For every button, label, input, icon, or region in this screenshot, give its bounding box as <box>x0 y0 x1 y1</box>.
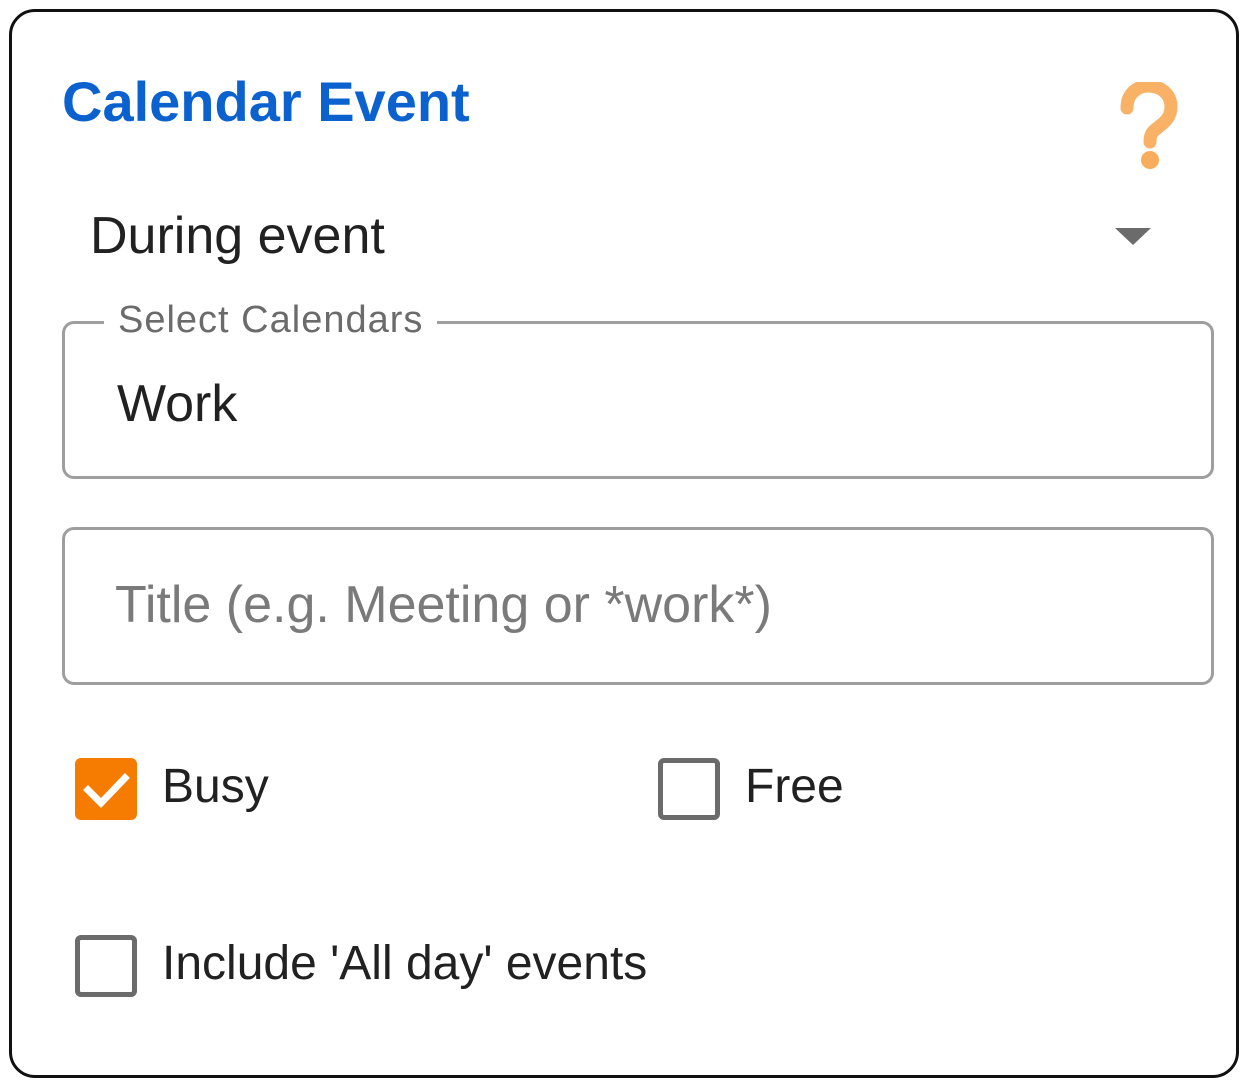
select-calendars-field[interactable]: Select Calendars Work <box>62 298 1214 479</box>
event-timing-select[interactable]: During event <box>62 192 1172 284</box>
free-label: Free <box>745 760 844 813</box>
event-timing-value: During event <box>90 207 385 265</box>
checkmark-icon <box>83 773 130 809</box>
include-all-day-row[interactable]: Include 'All day' events <box>75 929 775 999</box>
include-all-day-label: Include 'All day' events <box>162 937 648 990</box>
free-checkbox-row[interactable]: Free <box>658 752 958 822</box>
question-mark-icon[interactable] <box>1115 79 1179 174</box>
busy-label: Busy <box>162 760 269 813</box>
arrow-drop-down-icon[interactable] <box>1115 228 1151 245</box>
card-title: Calendar Event <box>62 70 470 133</box>
event-title-field[interactable] <box>62 527 1214 685</box>
select-calendars-label: Select Calendars <box>104 298 438 342</box>
busy-checkbox-row[interactable]: Busy <box>75 752 375 822</box>
calendar-event-card: Calendar Event During event Select Calen… <box>9 9 1239 1078</box>
busy-checkbox[interactable] <box>75 758 137 820</box>
select-calendars-value: Work <box>117 375 238 433</box>
event-title-input[interactable] <box>115 570 1155 640</box>
free-checkbox[interactable] <box>658 758 720 820</box>
include-all-day-checkbox[interactable] <box>75 935 137 997</box>
